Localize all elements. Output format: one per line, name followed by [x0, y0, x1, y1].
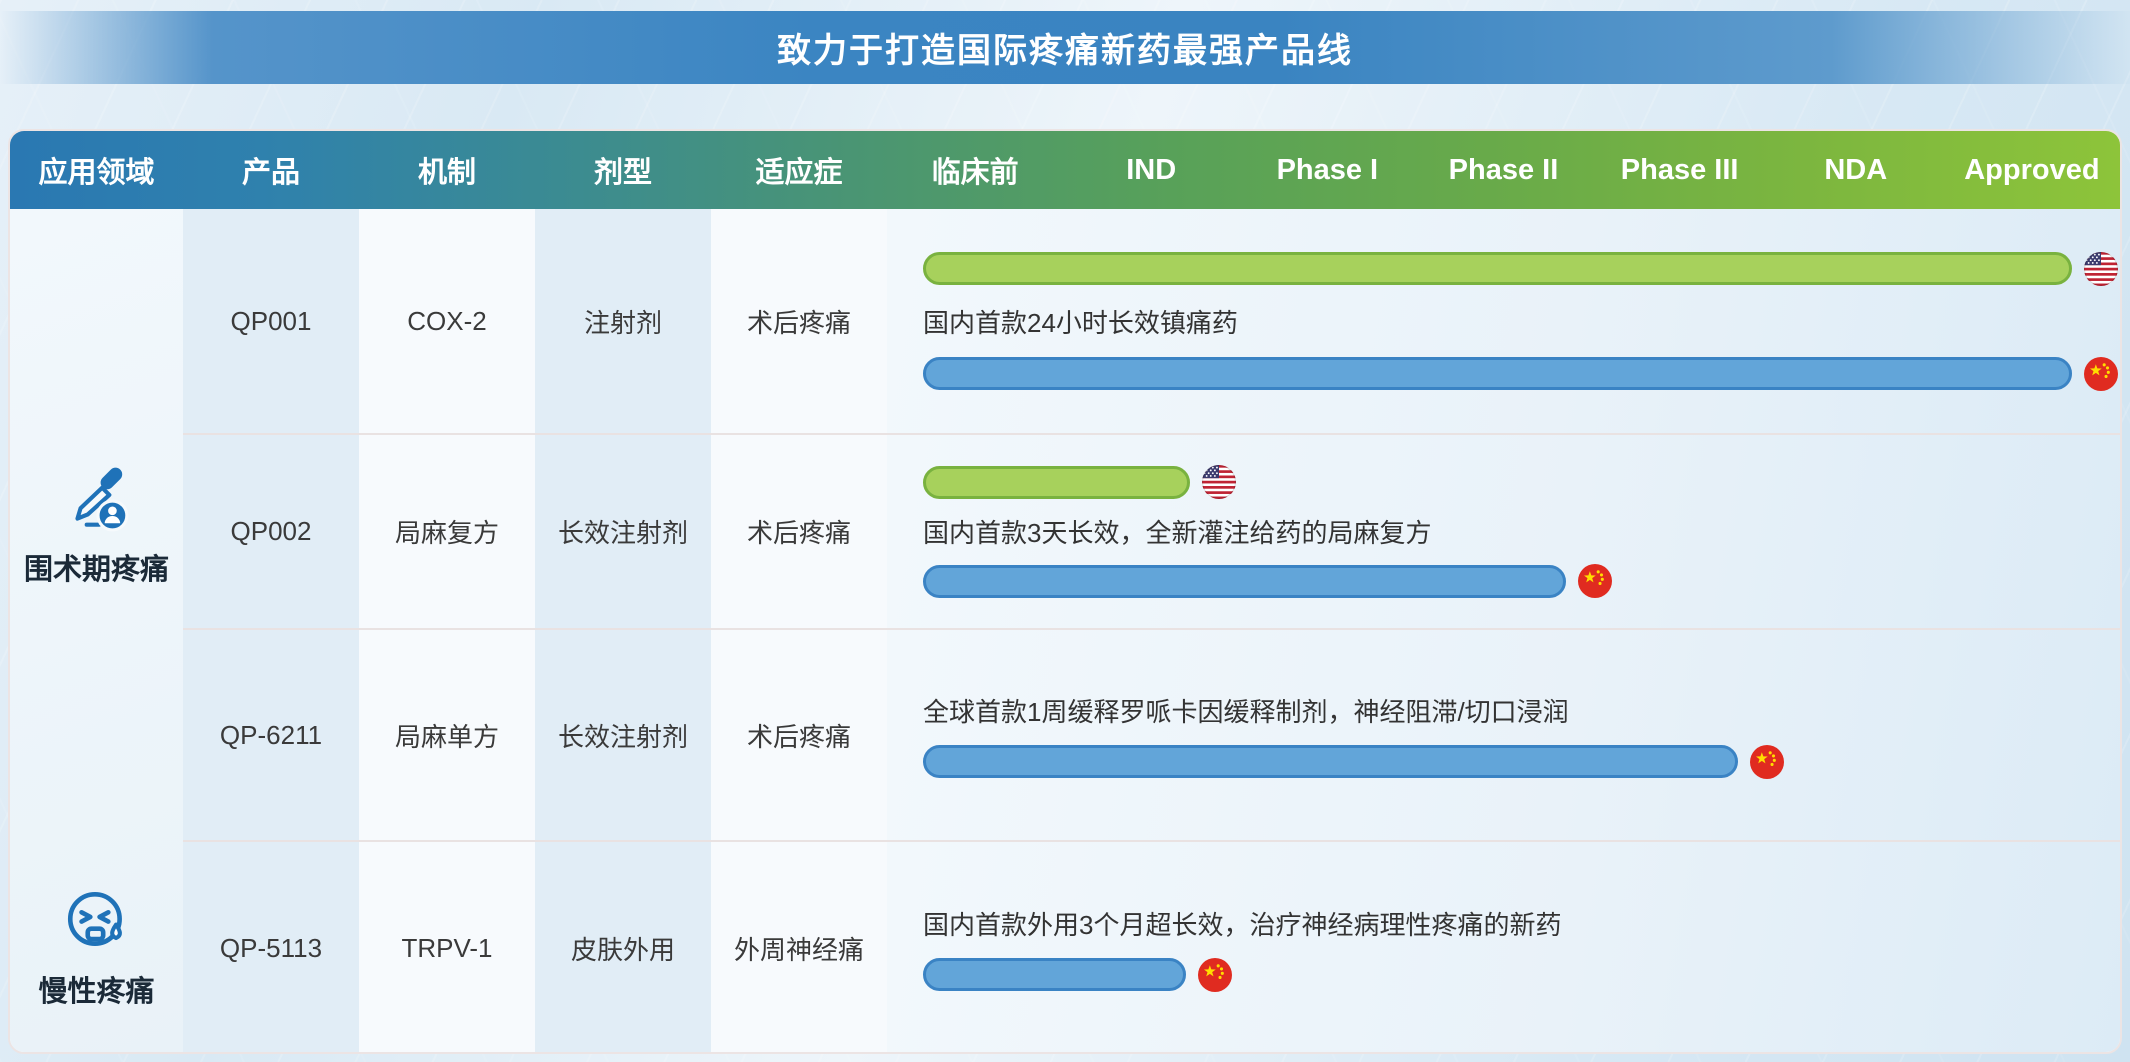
header-cell-mechanism: 机制: [359, 149, 535, 191]
header-cell-phase2: Phase II: [1415, 154, 1591, 187]
table-body: 围术期疼痛 慢性疼痛 QP001 COX-2 注射剂 术后疼痛: [10, 209, 2120, 1054]
product-cell: QP-5113: [183, 842, 359, 1054]
group-perioperative-pain: 围术期疼痛: [10, 209, 183, 840]
table-row-qp5113: QP-5113 TRPV-1 皮肤外用 外周神经痛 国内首款外用3个月超长效，治…: [183, 840, 2122, 1054]
dosage-form-cell: 注射剂: [535, 209, 711, 433]
pipeline-rows: QP001 COX-2 注射剂 术后疼痛 国内首款24小时长效镇痛药: [183, 209, 2122, 1054]
progress-bar-us: [923, 466, 1190, 499]
timeline-cell: 国内首款3天长效，全新灌注给药的局麻复方: [887, 435, 2122, 628]
scalpel-user-icon: [61, 462, 133, 534]
group-chronic-pain: 慢性疼痛: [10, 840, 183, 1054]
header-cell-nda: NDA: [1768, 154, 1944, 187]
indication-cell: 术后疼痛: [711, 209, 887, 433]
product-description: 国内首款3天长效，全新灌注给药的局麻复方: [923, 513, 2118, 550]
pipeline-table: 应用领域 产品 机制 剂型 适应症 临床前 IND Phase I Phase …: [8, 129, 2122, 1054]
indication-cell: 术后疼痛: [711, 630, 887, 840]
progress-bar-cn: [923, 565, 1566, 598]
table-row-qp6211: QP-6211 局麻单方 长效注射剂 术后疼痛 全球首款1周缓释罗哌卡因缓释制剂…: [183, 628, 2122, 840]
header-cell-indication: 适应症: [711, 149, 887, 191]
progress-bar-cn: [923, 357, 2072, 390]
mechanism-cell: COX-2: [359, 209, 535, 433]
indication-cell: 术后疼痛: [711, 435, 887, 628]
progress-bar-line-cn: [923, 745, 2118, 779]
cn-flag-icon: [2084, 357, 2118, 391]
product-description: 全球首款1周缓释罗哌卡因缓释制剂，神经阻滞/切口浸润: [923, 692, 2118, 729]
dosage-form-cell: 长效注射剂: [535, 435, 711, 628]
progress-bar-line-us: [923, 465, 2118, 499]
header-cell-preclinical: 临床前: [887, 149, 1063, 191]
product-cell: QP001: [183, 209, 359, 433]
header-cell-phase3: Phase III: [1592, 154, 1768, 187]
progress-bar-line-cn: [923, 357, 2118, 391]
product-cell: QP-6211: [183, 630, 359, 840]
mechanism-cell: TRPV-1: [359, 842, 535, 1054]
us-flag-icon: [1202, 465, 1236, 499]
cn-flag-icon: [1578, 564, 1612, 598]
table-row-qp002: QP002 局麻复方 长效注射剂 术后疼痛 国内首款3天长效，全新灌注给药的局麻…: [183, 433, 2122, 628]
title-banner: 致力于打造国际疼痛新药最强产品线: [0, 11, 2130, 84]
mechanism-cell: 局麻单方: [359, 630, 535, 840]
application-field-column: 围术期疼痛 慢性疼痛: [10, 209, 183, 1054]
dosage-form-cell: 皮肤外用: [535, 842, 711, 1054]
indication-cell: 外周神经痛: [711, 842, 887, 1054]
header-cell-dosage-form: 剂型: [535, 149, 711, 191]
progress-bar-line-us: [923, 252, 2118, 286]
progress-bar-line-cn: [923, 564, 2118, 598]
header-cell-approved: Approved: [1944, 154, 2120, 187]
timeline-cell: 国内首款外用3个月超长效，治疗神经病理性疼痛的新药: [887, 842, 2122, 1054]
product-description: 国内首款外用3个月超长效，治疗神经病理性疼痛的新药: [923, 905, 2118, 942]
cn-flag-icon: [1750, 745, 1784, 779]
group-label: 围术期疼痛: [24, 546, 169, 588]
header-cell-ind: IND: [1063, 154, 1239, 187]
progress-bar-cn: [923, 745, 1738, 778]
header-cell-application-field: 应用领域: [10, 149, 183, 191]
crying-face-icon: [61, 884, 133, 956]
timeline-cell: 全球首款1周缓释罗哌卡因缓释制剂，神经阻滞/切口浸润: [887, 630, 2122, 840]
mechanism-cell: 局麻复方: [359, 435, 535, 628]
timeline-cell: 国内首款24小时长效镇痛药: [887, 209, 2122, 433]
table-row-qp001: QP001 COX-2 注射剂 术后疼痛 国内首款24小时长效镇痛药: [183, 209, 2122, 433]
header-cell-product: 产品: [183, 149, 359, 191]
table-header-row: 应用领域 产品 机制 剂型 适应症 临床前 IND Phase I Phase …: [10, 131, 2120, 209]
page-title: 致力于打造国际疼痛新药最强产品线: [777, 23, 1353, 72]
progress-bar-us: [923, 252, 2072, 285]
us-flag-icon: [2084, 252, 2118, 286]
dosage-form-cell: 长效注射剂: [535, 630, 711, 840]
progress-bar-line-cn: [923, 958, 2118, 992]
product-cell: QP002: [183, 435, 359, 628]
product-description: 国内首款24小时长效镇痛药: [923, 303, 2118, 340]
progress-bar-cn: [923, 958, 1186, 991]
cn-flag-icon: [1198, 958, 1232, 992]
group-label: 慢性疼痛: [38, 968, 154, 1010]
header-cell-phase1: Phase I: [1239, 154, 1415, 187]
